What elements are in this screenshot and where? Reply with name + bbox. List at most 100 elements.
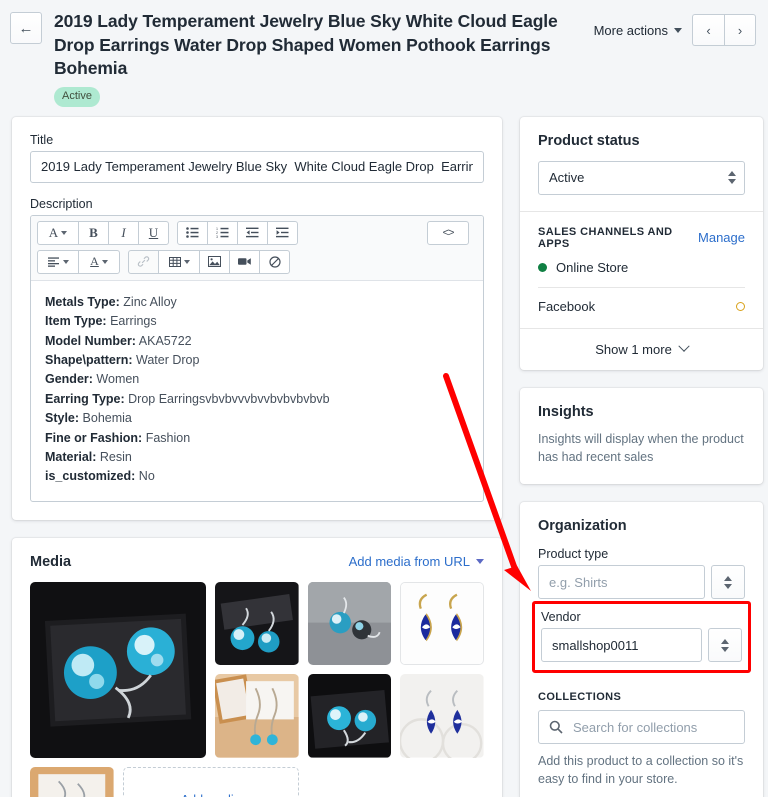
text-color-button[interactable]: A <box>78 249 120 274</box>
next-product-button[interactable]: › <box>724 14 756 46</box>
divider <box>538 286 745 288</box>
chevron-left-icon: ‹ <box>706 22 711 38</box>
product-edit-page: ← 2019 Lady Temperament Jewelry Blue Sky… <box>0 0 768 797</box>
code-view-button[interactable]: <> <box>427 220 469 245</box>
media-grid: Add media or drop files to upload <box>30 581 484 797</box>
caret-down-icon <box>724 583 732 589</box>
description-line: Item Type: Earrings <box>45 314 157 329</box>
description-line: Shape\pattern: Water Drop <box>45 353 200 367</box>
vendor-input[interactable] <box>541 628 702 663</box>
video-icon[interactable] <box>229 249 260 274</box>
vendor-label: Vendor <box>541 610 581 625</box>
earring-on-black-box-large <box>30 581 207 758</box>
vendor-highlight-annotation: Vendor <box>532 601 751 674</box>
organization-title: Organization <box>538 518 627 535</box>
arrow-left-icon: ← <box>18 19 34 37</box>
chevron-down-icon <box>476 559 484 565</box>
media-thumbnail[interactable] <box>215 674 299 758</box>
page-title: 2019 Lady Temperament Jewelry Blue Sky W… <box>54 11 558 79</box>
description-label: Description <box>30 196 93 211</box>
caret-up-icon <box>721 638 729 644</box>
product-status-select[interactable]: Active <box>538 160 745 195</box>
caret-down-icon <box>721 646 729 652</box>
table-icon[interactable] <box>158 249 200 274</box>
add-media-dropzone[interactable]: Add media or drop files to upload <box>122 766 299 797</box>
media-thumbnail[interactable] <box>400 581 484 666</box>
italic-button[interactable]: I <box>108 220 139 245</box>
show-more-channels-button[interactable]: Show 1 more <box>520 327 763 370</box>
insights-card: Insights Insights will display when the … <box>520 387 763 485</box>
show-more-label: Show 1 more <box>595 341 672 357</box>
media-thumbnail[interactable] <box>30 766 114 797</box>
previous-product-button[interactable]: ‹ <box>692 14 724 46</box>
bold-button[interactable]: B <box>78 220 109 245</box>
bulleted-list-icon[interactable] <box>177 220 208 245</box>
title-description-card: Title Description A <box>12 116 502 520</box>
earring-pair-wood-frame <box>215 674 299 758</box>
status-badge: Active <box>54 86 100 107</box>
product-type-input[interactable] <box>538 565 705 600</box>
sales-channels-heading: SALES CHANNELS AND APPS <box>538 225 673 250</box>
earring-pair-board-chain <box>30 766 114 797</box>
description-line: Gender: Women <box>45 372 140 387</box>
description-content[interactable]: Metals Type: Zinc Alloy Item Type: Earri… <box>31 281 483 501</box>
insights-title: Insights <box>538 403 594 420</box>
channel-label: Facebook <box>538 298 596 314</box>
title-input[interactable] <box>30 150 484 183</box>
organization-card: Organization Product type Vendor <box>520 502 763 797</box>
media-thumbnail[interactable] <box>30 581 207 758</box>
earring-pair-grey-stone <box>307 581 392 666</box>
numbered-list-icon[interactable]: 1 2 3 <box>207 220 238 245</box>
collections-heading: COLLECTIONS <box>538 691 622 704</box>
chevron-down-icon <box>101 259 108 264</box>
earring-pair-on-dark-case <box>215 581 299 666</box>
description-line: Metals Type: Zinc Alloy <box>45 294 177 309</box>
media-thumbnail[interactable] <box>307 674 392 758</box>
channel-online-store[interactable]: Online Store <box>538 260 745 275</box>
media-thumbnail[interactable] <box>307 581 392 666</box>
description-line: Earring Type: Drop Earringsvbvbvvvbvvbvb… <box>45 391 330 406</box>
media-thumbnail[interactable] <box>400 674 484 758</box>
media-thumbnail[interactable] <box>215 581 299 666</box>
channel-label: Online Store <box>556 259 629 275</box>
underline-button[interactable]: U <box>138 220 169 245</box>
chevron-right-icon: › <box>737 22 743 38</box>
product-status-card: Product status Active SALES CHANNELS AND… <box>520 116 763 370</box>
add-media-from-url-button[interactable]: Add media from URL <box>349 554 484 569</box>
product-status-title: Product status <box>538 132 640 149</box>
product-type-field <box>538 565 745 600</box>
collections-search-input[interactable] <box>538 710 745 745</box>
description-line: Style: Bohemia <box>45 411 132 426</box>
channel-facebook[interactable]: Facebook <box>538 299 745 314</box>
align-icon[interactable] <box>37 249 79 274</box>
title-label: Title <box>30 132 54 147</box>
outdent-icon[interactable] <box>237 220 268 245</box>
main-column: Title Description A <box>12 116 502 797</box>
status-ring-icon <box>736 301 745 311</box>
earring-pair-white-blue-drop <box>401 582 483 665</box>
font-style-button[interactable]: A <box>37 220 79 245</box>
indent-icon[interactable] <box>267 220 298 245</box>
page-header: ← 2019 Lady Temperament Jewelry Blue Sky… <box>0 0 768 107</box>
vendor-stepper[interactable] <box>708 628 742 663</box>
add-media-link[interactable]: Add media <box>181 793 241 797</box>
clear-formatting-icon[interactable] <box>259 249 290 274</box>
media-card: Media Add media from URL <box>12 537 502 797</box>
description-editor: A B I U 1 2 3 <> A Metals Type: Zinc All… <box>30 214 484 502</box>
product-status-value: Active <box>549 170 585 186</box>
more-actions-button[interactable]: More actions <box>594 23 682 38</box>
caret-up-icon <box>724 575 732 581</box>
image-icon[interactable] <box>199 249 230 274</box>
code-group: <> <box>427 220 469 245</box>
chevron-down-icon <box>61 230 68 235</box>
link-icon[interactable] <box>128 249 159 274</box>
chevron-down-icon <box>183 259 190 264</box>
product-type-stepper[interactable] <box>711 565 745 600</box>
manage-channels-link[interactable]: Manage <box>698 230 745 245</box>
list-group: 1 2 3 <box>177 220 298 245</box>
select-arrows-icon <box>718 162 744 194</box>
description-line: Model Number: AKA5722 <box>45 333 192 348</box>
header-actions: More actions ‹ › <box>594 14 756 46</box>
back-button[interactable]: ← <box>10 12 42 44</box>
content-columns: Title Description A <box>0 107 768 797</box>
